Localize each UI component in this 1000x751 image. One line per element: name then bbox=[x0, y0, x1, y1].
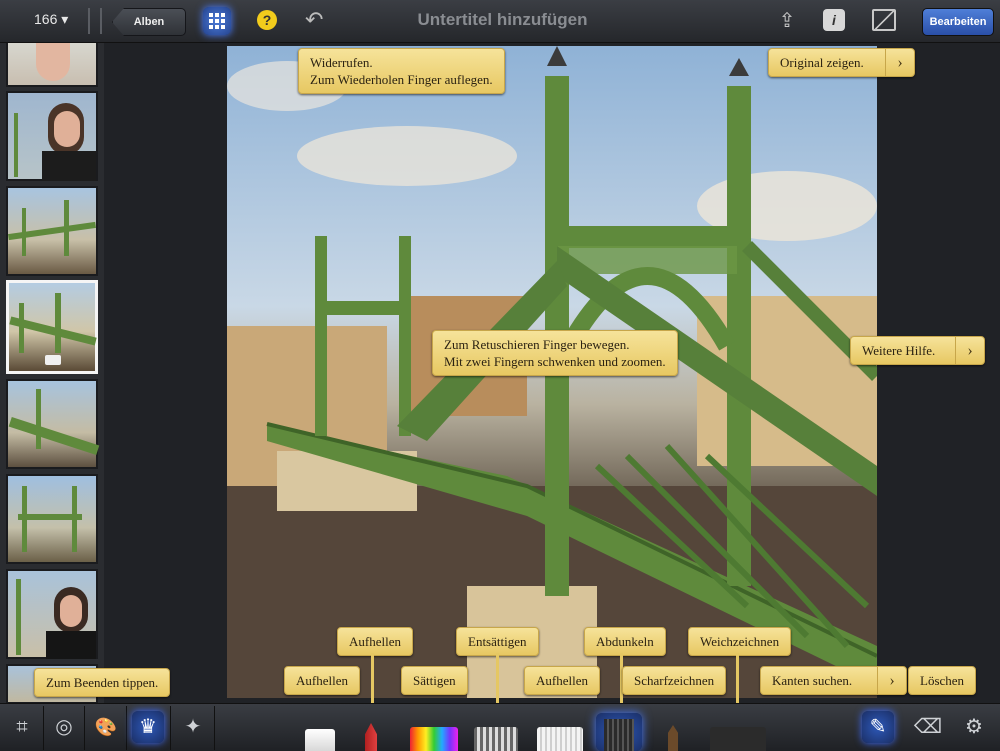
tip-pointer bbox=[371, 653, 374, 703]
more-help-tip[interactable]: Weitere Hilfe. › bbox=[850, 336, 985, 365]
retouch-tip[interactable]: Zum Retuschieren Finger bewegen. Mit zwe… bbox=[432, 330, 678, 376]
photo-count-button[interactable]: 166 ▾ bbox=[34, 11, 68, 28]
thumbnail-bridge-2[interactable] bbox=[6, 379, 100, 469]
brighten-right-tip: Aufhellen bbox=[524, 666, 600, 695]
thumbnail-portrait-3[interactable] bbox=[6, 569, 98, 659]
divider bbox=[170, 706, 171, 750]
brighten-brush-icon[interactable] bbox=[305, 729, 335, 751]
saturate-brush-icon[interactable] bbox=[410, 727, 458, 751]
thumbnail-bridge-3[interactable] bbox=[6, 474, 98, 564]
exposure-icon[interactable]: ◎ bbox=[48, 711, 80, 743]
edit-button[interactable]: Bearbeiten bbox=[922, 8, 994, 36]
chevron-right-icon[interactable]: › bbox=[885, 49, 914, 76]
sharpen-pencil-icon[interactable] bbox=[668, 725, 678, 751]
crop-icon[interactable]: ⌗ bbox=[6, 711, 38, 743]
compare-icon[interactable] bbox=[872, 9, 896, 31]
tip-pointer bbox=[736, 653, 739, 703]
divider bbox=[214, 706, 215, 750]
show-original-tip[interactable]: Original zeigen. › bbox=[768, 48, 915, 77]
blur-brush-icon[interactable] bbox=[710, 727, 766, 751]
effects-icon[interactable]: ✦ bbox=[177, 711, 209, 743]
darken-brush-icon[interactable] bbox=[596, 713, 642, 751]
share-icon[interactable]: ⇪ bbox=[775, 8, 799, 32]
toolbox-badge-icon bbox=[45, 355, 61, 365]
color-palette-icon[interactable]: 🎨 bbox=[90, 711, 122, 743]
desaturate-brush-icon[interactable] bbox=[474, 727, 518, 751]
thumbnail-strip[interactable] bbox=[0, 43, 104, 703]
grip-icon bbox=[88, 8, 102, 34]
divider bbox=[84, 706, 85, 750]
gear-icon[interactable]: ⚙ bbox=[958, 711, 990, 743]
brushes-icon[interactable]: ♛ bbox=[132, 711, 164, 743]
brush-edit-icon[interactable]: ✎ bbox=[862, 711, 894, 743]
tip-pointer bbox=[496, 653, 499, 703]
eraser-icon[interactable]: ⌫ bbox=[912, 711, 944, 743]
find-edges-tip[interactable]: Kanten suchen. › bbox=[760, 666, 907, 695]
thumbnail-portrait-2[interactable] bbox=[6, 91, 98, 181]
chevron-right-icon[interactable]: › bbox=[877, 667, 906, 694]
divider bbox=[126, 706, 127, 750]
info-icon[interactable]: i bbox=[823, 9, 845, 31]
albums-back-button[interactable]: Alben bbox=[112, 8, 186, 36]
brighten-wide-brush-icon[interactable] bbox=[537, 727, 583, 751]
brighten-left-tip: Aufhellen bbox=[284, 666, 360, 695]
undo-icon[interactable]: ↶ bbox=[305, 9, 329, 31]
finish-tip[interactable]: Zum Beenden tippen. bbox=[34, 668, 171, 697]
brighten-pen-icon[interactable] bbox=[365, 723, 377, 751]
saturate-tip: Sättigen bbox=[401, 666, 468, 695]
erase-tip: Löschen bbox=[908, 666, 977, 695]
help-icon[interactable]: ? bbox=[257, 10, 277, 30]
undo-tip[interactable]: Widerrufen. Zum Wiederholen Finger aufle… bbox=[298, 48, 505, 94]
caption-title[interactable]: Untertitel hinzufügen bbox=[400, 10, 605, 30]
darken-tip: Abdunkeln bbox=[584, 627, 666, 656]
blur-tip: Weichzeichnen bbox=[688, 627, 792, 656]
chevron-right-icon[interactable]: › bbox=[955, 337, 984, 364]
thumbnail-bridge-selected[interactable] bbox=[6, 280, 98, 374]
sharpen-tip: Scharfzeichnen bbox=[622, 666, 727, 695]
bottom-toolbar: ⌗ ◎ 🎨 ♛ ✦ ✎ ⌫ ⚙ bbox=[0, 703, 1000, 751]
desaturate-tip: Entsättigen bbox=[456, 627, 539, 656]
divider bbox=[43, 706, 44, 750]
grid-icon[interactable] bbox=[203, 7, 231, 35]
thumbnail-bridge-1[interactable] bbox=[6, 186, 98, 276]
brighten-upper-tip: Aufhellen bbox=[337, 627, 413, 656]
thumbnail-portrait-1[interactable] bbox=[6, 43, 98, 87]
top-toolbar: 166 ▾ Alben ? ↶ Untertitel hinzufügen ⇪ … bbox=[0, 0, 1000, 43]
